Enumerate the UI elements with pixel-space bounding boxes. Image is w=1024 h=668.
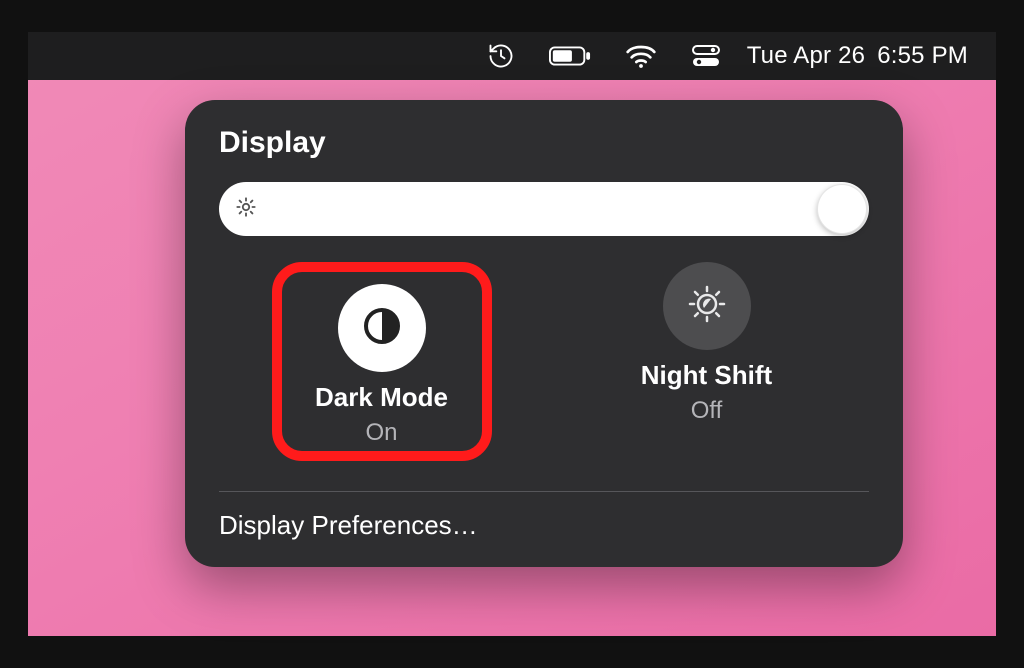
dark-mode-label: Dark Mode	[315, 382, 448, 413]
brightness-slider-knob[interactable]	[817, 184, 867, 234]
wifi-icon[interactable]	[609, 32, 673, 80]
control-center-icon[interactable]	[675, 32, 737, 80]
panel-title: Display	[219, 126, 869, 160]
brightness-slider[interactable]	[219, 182, 869, 236]
dark-mode-toggle[interactable]: Dark Mode On	[272, 262, 492, 461]
night-shift-icon	[684, 281, 730, 332]
dark-mode-circle	[338, 284, 426, 372]
display-preferences-link[interactable]: Display Preferences…	[219, 510, 869, 547]
dark-mode-icon	[360, 304, 404, 353]
night-shift-status: Off	[691, 397, 723, 425]
dark-mode-status: On	[365, 419, 397, 447]
display-modes-row: Dark Mode On Night Shift Off	[219, 258, 869, 491]
brightness-low-icon	[235, 196, 257, 223]
panel-divider	[219, 491, 869, 492]
menu-bar: Tue Apr 26 6:55 PM	[28, 32, 996, 80]
night-shift-toggle[interactable]: Night Shift Off	[597, 262, 817, 461]
night-shift-circle	[663, 262, 751, 350]
menu-bar-time: 6:55 PM	[877, 42, 968, 70]
night-shift-label: Night Shift	[641, 360, 772, 391]
battery-icon[interactable]	[533, 32, 607, 80]
menu-bar-date: Tue Apr 26	[747, 42, 866, 70]
menu-bar-datetime[interactable]: Tue Apr 26 6:55 PM	[739, 32, 984, 80]
time-machine-icon[interactable]	[471, 32, 531, 80]
display-control-panel: Display Dark Mode On	[185, 100, 903, 567]
